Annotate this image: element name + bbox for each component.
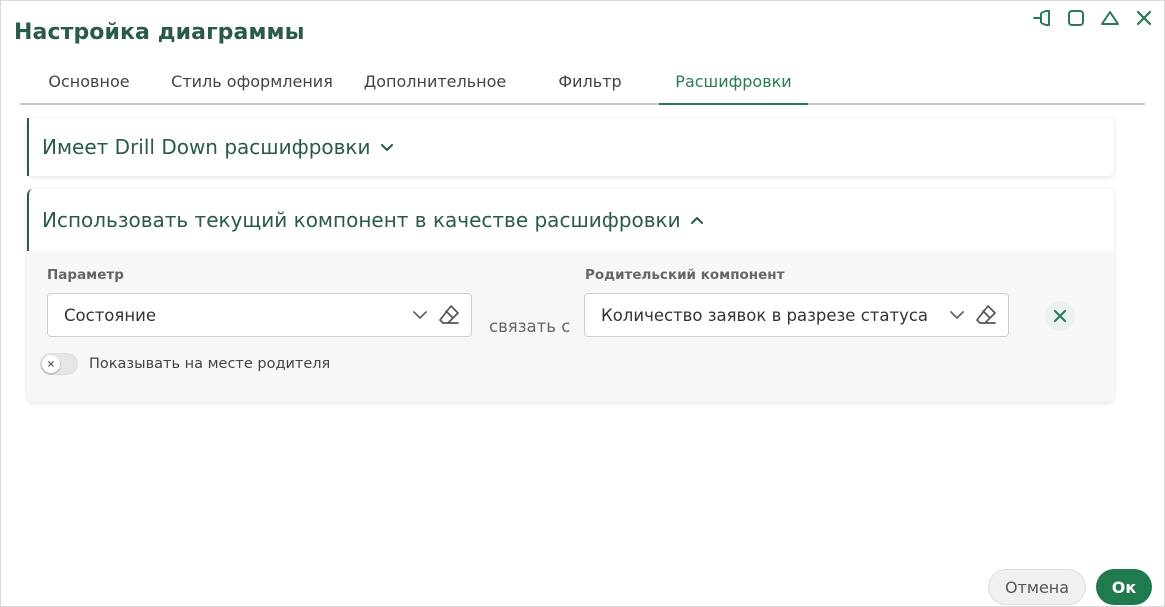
parameter-value: Состояние — [64, 305, 156, 325]
chart-settings-dialog: Настройка диаграммы Основное Стиль оформ — [0, 0, 1165, 607]
drill-down-section-header[interactable]: Имеет Drill Down расшифровки — [27, 118, 1114, 176]
toggle-off-icon: × — [42, 355, 60, 373]
maximize-icon — [1068, 10, 1084, 26]
cancel-button[interactable]: Отмена — [988, 569, 1086, 605]
collapse-icon — [1101, 11, 1119, 25]
parameter-select[interactable]: Состояние — [47, 293, 472, 337]
collapse-button[interactable] — [1099, 7, 1121, 29]
close-button[interactable] — [1133, 7, 1155, 29]
pin-button[interactable] — [1031, 7, 1053, 29]
maximize-button[interactable] — [1065, 7, 1087, 29]
chevron-down-icon[interactable] — [948, 306, 966, 324]
tab-filter[interactable]: Фильтр — [550, 63, 630, 105]
chevron-down-icon[interactable] — [411, 306, 429, 324]
drill-down-section: Имеет Drill Down расшифровки — [27, 118, 1114, 176]
eraser-icon[interactable] — [437, 303, 461, 327]
close-icon — [1053, 309, 1067, 323]
chevron-down-icon — [379, 139, 395, 155]
dialog-title: Настройка диаграммы — [14, 20, 305, 45]
use-current-section-header[interactable]: Использовать текущий компонент в качеств… — [27, 189, 1114, 251]
remove-mapping-button[interactable] — [1045, 301, 1075, 331]
tab-additional[interactable]: Дополнительное — [360, 63, 510, 105]
close-icon — [1136, 10, 1152, 26]
parent-component-select[interactable]: Количество заявок в разрезе статуса — [584, 293, 1009, 337]
show-in-parent-label: Показывать на месте родителя — [89, 356, 331, 372]
tab-basic[interactable]: Основное — [34, 63, 144, 105]
show-in-parent-toggle[interactable]: × — [40, 353, 78, 375]
parent-component-value: Количество заявок в разрезе статуса — [601, 305, 929, 325]
use-current-section-body: Параметр Состояние связать с Родительски… — [27, 251, 1114, 402]
ok-button[interactable]: Ок — [1096, 569, 1152, 605]
parameter-label: Параметр — [47, 267, 124, 283]
link-with-text: связать с — [489, 317, 571, 336]
tab-style[interactable]: Стиль оформления — [170, 63, 334, 105]
chevron-up-icon — [689, 212, 705, 228]
eraser-icon[interactable] — [974, 303, 998, 327]
tab-drilldowns[interactable]: Расшифровки — [659, 63, 808, 105]
use-current-section: Использовать текущий компонент в качеств… — [27, 189, 1114, 402]
parent-component-label: Родительский компонент — [585, 267, 785, 283]
tab-bar: Основное Стиль оформления Дополнительное… — [20, 63, 1145, 105]
use-current-section-title: Использовать текущий компонент в качеств… — [42, 208, 681, 232]
pin-icon — [1033, 10, 1050, 26]
drill-down-section-title: Имеет Drill Down расшифровки — [42, 135, 371, 159]
window-controls — [1031, 7, 1155, 29]
